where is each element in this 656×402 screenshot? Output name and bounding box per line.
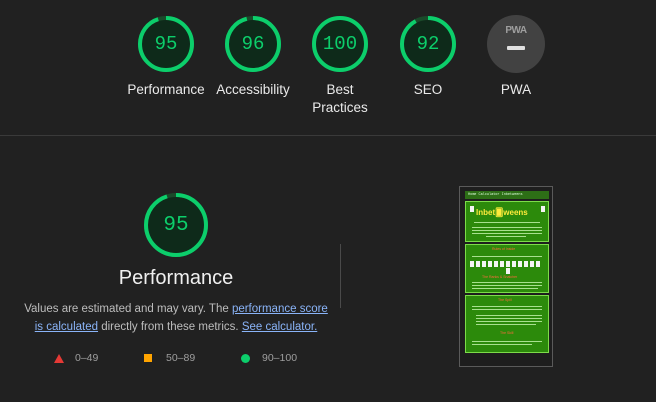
triangle-icon bbox=[54, 354, 64, 363]
category-label-best-practices: Best Practices bbox=[312, 82, 368, 115]
card-icon bbox=[482, 261, 486, 267]
card-icon bbox=[536, 261, 540, 267]
legend-item-pass: 90–100 bbox=[241, 352, 297, 364]
text-line bbox=[476, 324, 536, 325]
card-icon bbox=[518, 261, 522, 267]
card-icon bbox=[500, 261, 504, 267]
category-label-accessibility: Accessibility bbox=[216, 82, 290, 97]
legend-range: 0–49 bbox=[75, 352, 99, 364]
card-icon bbox=[488, 261, 492, 267]
thumbnail-nav: Home Calculator Inbetweens bbox=[465, 191, 549, 199]
score-value: 95 bbox=[163, 213, 189, 237]
thumbnail-logo: Inbet🂠weens bbox=[476, 208, 528, 217]
thumbnail-heading: Rules of Inside bbox=[492, 247, 516, 251]
description-text: Values are estimated and may vary. The bbox=[24, 303, 232, 315]
thumbnail-spill-panel: The Spill The Skill bbox=[465, 295, 549, 353]
legend-item-fail: 0–49 bbox=[54, 352, 98, 364]
card-icon bbox=[512, 261, 516, 267]
card-icon bbox=[476, 261, 480, 267]
section-divider bbox=[0, 135, 656, 136]
thumbnail-heading: The Skill bbox=[500, 331, 514, 335]
score-gauge-best-practices[interactable]: 100 bbox=[311, 15, 369, 73]
card-icon bbox=[470, 261, 474, 267]
card-icon bbox=[530, 261, 534, 267]
text-line bbox=[476, 315, 542, 316]
card-icon bbox=[524, 261, 528, 267]
legend-range: 90–100 bbox=[262, 352, 298, 364]
square-icon bbox=[144, 354, 152, 362]
see-calculator-link[interactable]: See calculator. bbox=[242, 321, 317, 333]
performance-description: Values are estimated and may vary. The p… bbox=[20, 300, 332, 336]
legend-item-average: 50–89 bbox=[144, 352, 195, 364]
thumbnail-heading: The Spill bbox=[498, 298, 512, 302]
performance-title: Performance bbox=[118, 267, 234, 289]
thumbnail-rules-panel: Rules of Inside The Ranks & Snatcher bbox=[465, 244, 549, 293]
score-value: 100 bbox=[322, 33, 358, 55]
card-icon bbox=[494, 261, 498, 267]
performance-detail-gauge: 95 bbox=[143, 192, 209, 258]
card-icon bbox=[506, 261, 510, 267]
text-line bbox=[476, 321, 542, 322]
pwa-icon: PWA bbox=[505, 25, 527, 36]
text-line bbox=[486, 236, 526, 237]
score-value: 92 bbox=[416, 33, 440, 55]
text-line bbox=[472, 227, 542, 228]
text-line bbox=[472, 285, 542, 286]
card-icon bbox=[506, 268, 510, 274]
score-value: 95 bbox=[154, 33, 178, 55]
legend-range: 50–89 bbox=[166, 352, 196, 364]
description-text: directly from these metrics. bbox=[98, 321, 242, 333]
text-line bbox=[476, 318, 542, 319]
card-icon bbox=[470, 206, 474, 212]
text-line bbox=[472, 230, 542, 231]
text-line bbox=[472, 306, 542, 307]
text-line bbox=[474, 222, 540, 223]
thumbnail-header-panel: Inbet🂠weens bbox=[465, 201, 549, 242]
text-line bbox=[472, 309, 542, 310]
score-value: 96 bbox=[241, 33, 265, 55]
score-gauge-performance[interactable]: 95 bbox=[137, 15, 195, 73]
score-gauge-accessibility[interactable]: 96 bbox=[224, 15, 282, 73]
circle-icon bbox=[241, 354, 250, 363]
dash-icon bbox=[507, 46, 525, 50]
page-screenshot-thumbnail[interactable]: Home Calculator Inbetweens Inbet🂠weens R… bbox=[459, 186, 553, 367]
text-line bbox=[472, 282, 542, 283]
pwa-badge[interactable]: PWA bbox=[487, 15, 545, 73]
card-icon bbox=[541, 206, 545, 212]
text-line bbox=[472, 344, 532, 345]
category-label-pwa: PWA bbox=[500, 82, 532, 97]
thumbnail-heading: The Ranks & Snatcher bbox=[482, 275, 518, 279]
text-line bbox=[472, 341, 542, 342]
text-line bbox=[472, 233, 542, 234]
score-gauge-seo[interactable]: 92 bbox=[399, 15, 457, 73]
text-line bbox=[472, 288, 538, 289]
text-line bbox=[472, 256, 542, 257]
vertical-divider bbox=[340, 244, 341, 308]
